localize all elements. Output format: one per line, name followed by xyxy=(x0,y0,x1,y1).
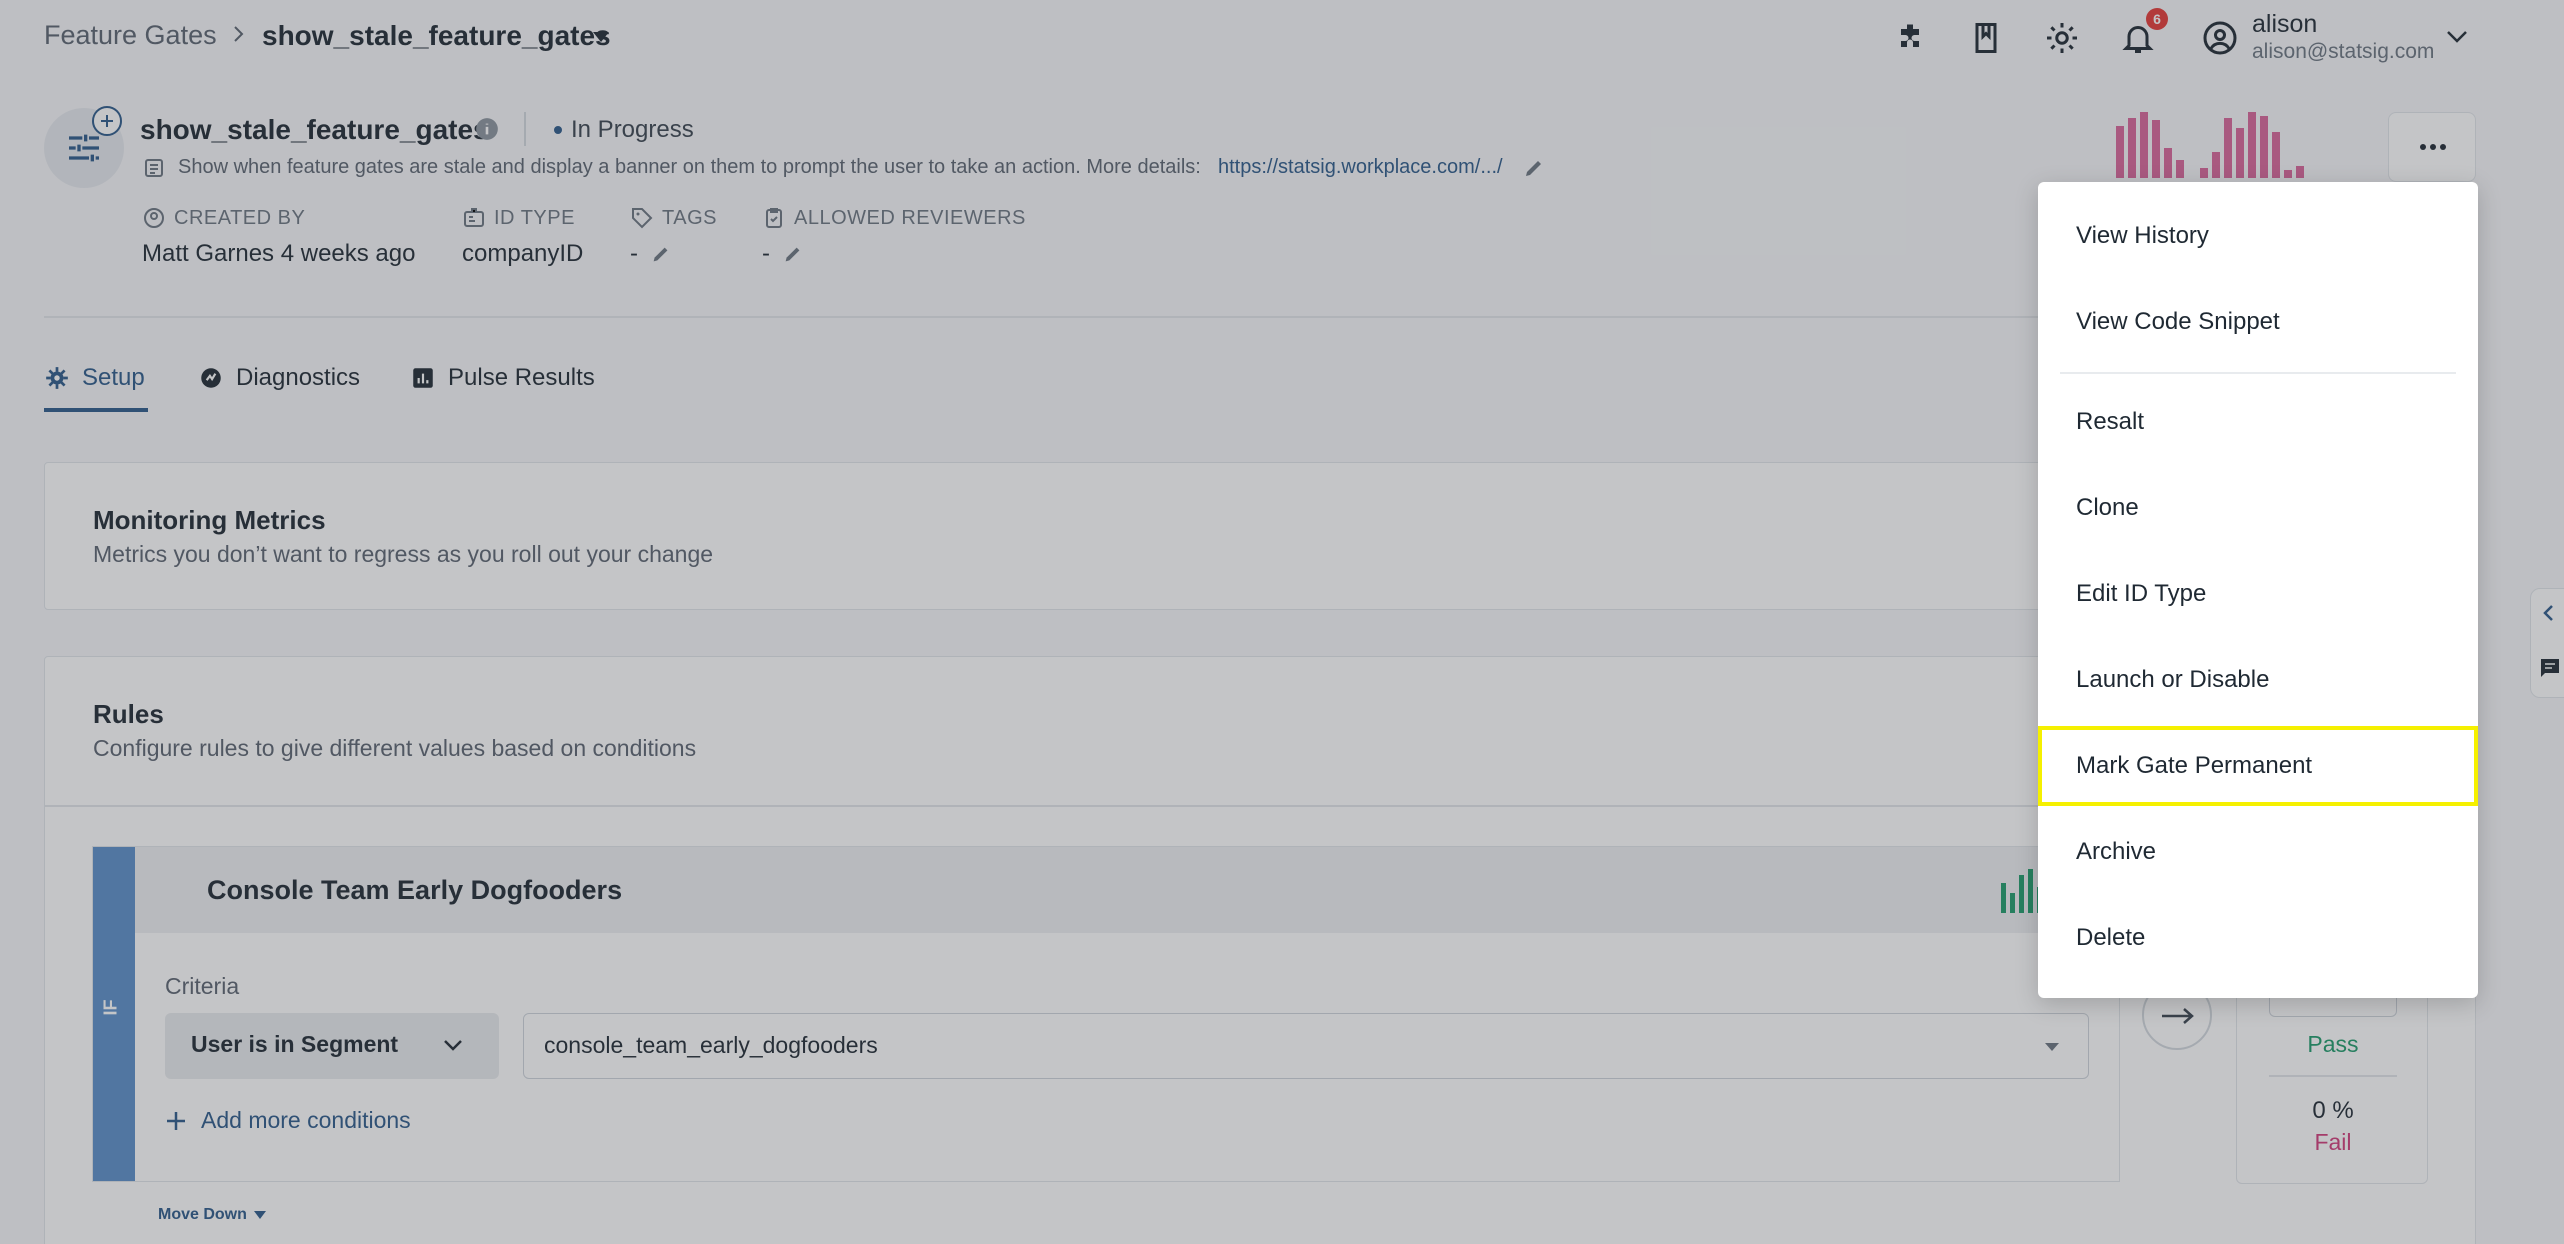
menu-separator xyxy=(2060,372,2456,374)
menu-item-view-code-snippet[interactable]: View Code Snippet xyxy=(2038,284,2478,360)
menu-item-view-history[interactable]: View History xyxy=(2038,198,2478,274)
menu-item-delete[interactable]: Delete xyxy=(2038,900,2478,976)
menu-item-archive[interactable]: Archive xyxy=(2038,814,2478,890)
menu-item-mark-gate-permanent[interactable]: Mark Gate Permanent xyxy=(2038,726,2478,806)
menu-item-clone[interactable]: Clone xyxy=(2038,470,2478,546)
menu-item-edit-id-type[interactable]: Edit ID Type xyxy=(2038,556,2478,632)
more-options-menu: View History View Code Snippet Resalt Cl… xyxy=(2038,182,2478,998)
feature-gate-page: Feature Gates show_stale_feature_gates 6… xyxy=(0,0,2564,1244)
menu-item-resalt[interactable]: Resalt xyxy=(2038,384,2478,460)
menu-item-launch-or-disable[interactable]: Launch or Disable xyxy=(2038,642,2478,718)
